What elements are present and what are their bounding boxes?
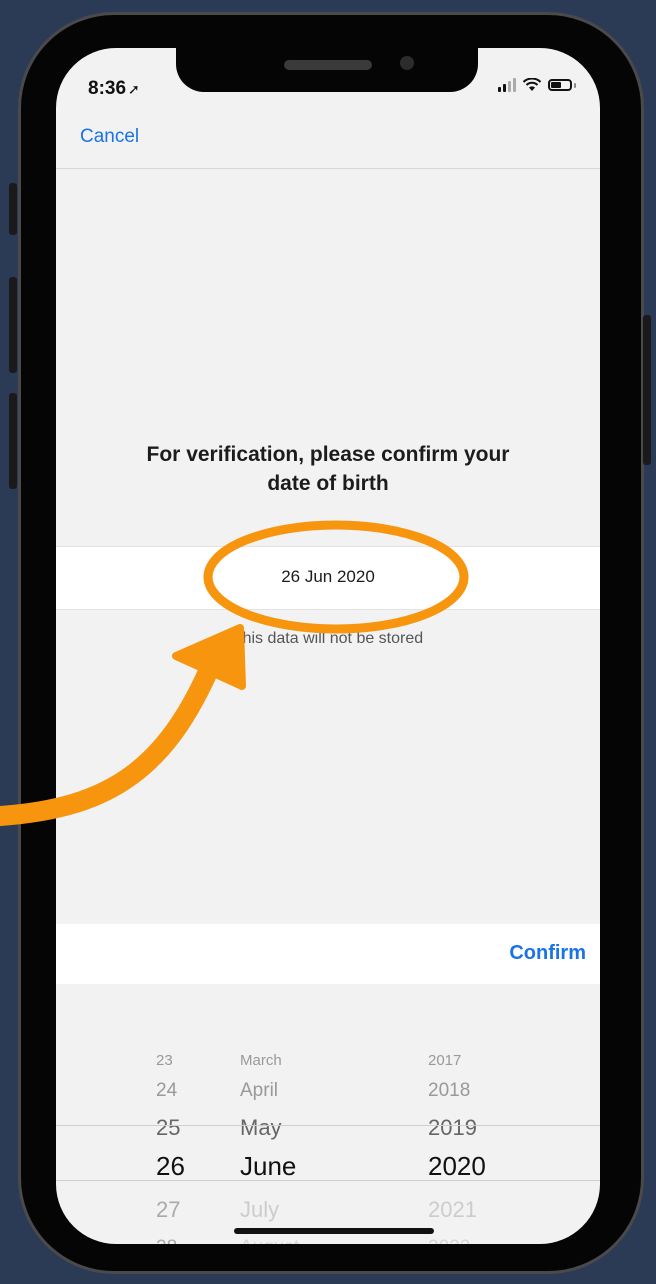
annotation-arrow (0, 638, 228, 826)
annotation-circle (203, 520, 469, 634)
annotation-overlay (0, 520, 469, 826)
